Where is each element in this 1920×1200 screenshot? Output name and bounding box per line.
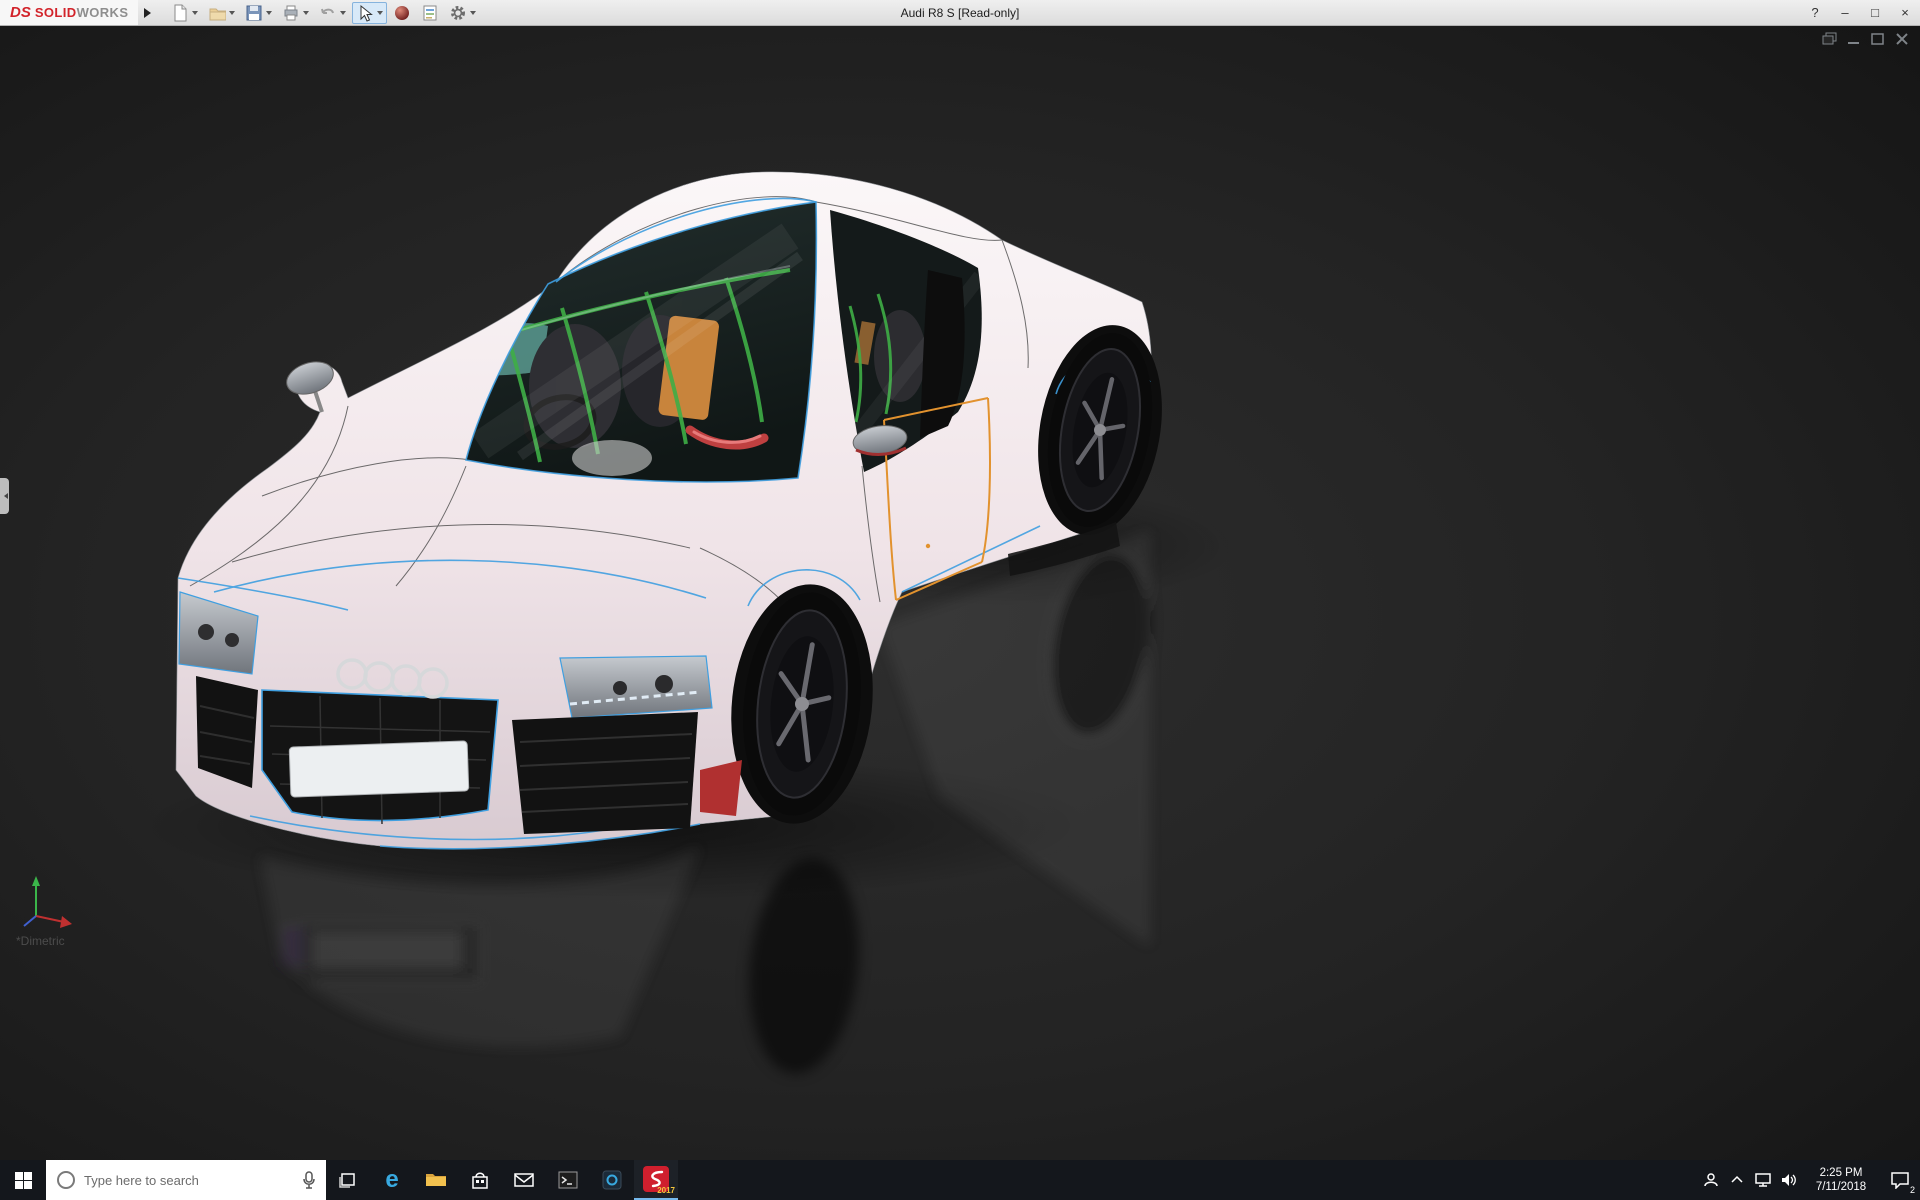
- undo-button[interactable]: [315, 2, 350, 24]
- menu-flyout-arrow-icon[interactable]: [144, 7, 156, 18]
- right-intake: [512, 712, 698, 834]
- dropdown-caret-icon[interactable]: [340, 11, 347, 18]
- appearances-button[interactable]: [389, 2, 415, 24]
- new-document-button[interactable]: [167, 2, 202, 24]
- maximize-button[interactable]: □: [1860, 1, 1890, 25]
- system-tray: 2:25 PM 7/11/2018 2: [1698, 1160, 1920, 1200]
- dropdown-caret-icon[interactable]: [266, 11, 273, 18]
- dropdown-caret-icon[interactable]: [192, 11, 199, 18]
- taskbar-search[interactable]: [46, 1160, 326, 1200]
- file-explorer-button[interactable]: [414, 1160, 458, 1200]
- command-prompt-icon: [558, 1171, 578, 1189]
- save-icon: [246, 5, 262, 20]
- close-button[interactable]: ×: [1890, 1, 1920, 25]
- folder-icon: [426, 1174, 446, 1186]
- dropdown-caret-icon[interactable]: [377, 11, 384, 18]
- command-prompt-button[interactable]: [546, 1160, 590, 1200]
- clock-date: 7/11/2018: [1815, 1181, 1867, 1193]
- 3d-model-audi-r8[interactable]: [0, 26, 1920, 1160]
- select-button[interactable]: [352, 1, 388, 24]
- file-properties-button[interactable]: [417, 2, 443, 24]
- solidworks-taskbar-button[interactable]: 2017: [634, 1160, 678, 1200]
- child-close-button[interactable]: [1894, 32, 1910, 46]
- media-app-icon: [602, 1170, 622, 1190]
- child-minimize-button[interactable]: [1846, 32, 1862, 46]
- people-button[interactable]: [1698, 1160, 1724, 1200]
- quick-access-toolbar: [166, 0, 481, 25]
- chevron-up-icon: [1731, 1175, 1743, 1183]
- task-view-icon: [339, 1173, 355, 1188]
- feature-panel-collapse-tab[interactable]: [0, 478, 9, 514]
- window-controls: ? – □ ×: [1800, 1, 1920, 25]
- store-button[interactable]: [458, 1160, 502, 1200]
- network-button[interactable]: [1750, 1160, 1776, 1200]
- store-bag-icon: [472, 1172, 488, 1189]
- appearance-sphere-icon: [395, 5, 410, 20]
- taskbar-clock[interactable]: 2:25 PM 7/11/2018: [1802, 1160, 1880, 1200]
- people-icon: [1704, 1173, 1718, 1187]
- child-window-controls: [1822, 32, 1910, 46]
- brand-text: SOLIDWORKS: [34, 5, 129, 20]
- right-headlight[interactable]: [559, 655, 713, 719]
- select-cursor-icon: [360, 4, 374, 22]
- action-center-icon: [1891, 1172, 1909, 1189]
- license-plate: [288, 740, 470, 798]
- volume-icon: [1782, 1174, 1796, 1186]
- child-restore-icon[interactable]: [1822, 32, 1838, 46]
- undo-icon: [321, 8, 335, 14]
- minimize-button[interactable]: –: [1830, 1, 1860, 25]
- solidworks-logo[interactable]: DS SOLIDWORKS: [0, 0, 139, 25]
- network-icon: [1755, 1173, 1771, 1187]
- media-app-button[interactable]: [590, 1160, 634, 1200]
- gear-icon: [451, 5, 466, 20]
- windows-logo-icon: [14, 1171, 32, 1189]
- volume-button[interactable]: [1776, 1160, 1802, 1200]
- solidworks-version-badge: 2017: [657, 1186, 675, 1195]
- action-center-button[interactable]: 2: [1880, 1160, 1920, 1200]
- help-button[interactable]: ?: [1800, 1, 1830, 25]
- start-button[interactable]: [0, 1160, 46, 1200]
- child-maximize-button[interactable]: [1870, 32, 1886, 46]
- title-bar: DS SOLIDWORKS Audi R8 S [Read-only] ? – …: [0, 0, 1920, 26]
- graphics-viewport[interactable]: *Dimetric: [0, 26, 1920, 1160]
- file-properties-icon: [423, 5, 437, 20]
- task-view-button[interactable]: [326, 1160, 370, 1200]
- options-button[interactable]: [445, 2, 480, 24]
- new-document-icon: [174, 4, 187, 21]
- dropdown-caret-icon[interactable]: [470, 11, 477, 18]
- door-vertex-marker: [925, 543, 931, 549]
- ds-logo-icon: DS: [10, 4, 31, 21]
- taskbar: e 2017 2:25 PM 7/11/2018: [0, 1160, 1920, 1200]
- coordinate-triad: [23, 876, 72, 928]
- save-button[interactable]: [241, 2, 276, 24]
- mail-button[interactable]: [502, 1160, 546, 1200]
- dropdown-caret-icon[interactable]: [229, 11, 236, 18]
- open-button[interactable]: [204, 2, 239, 24]
- microphone-icon[interactable]: [302, 1171, 316, 1189]
- cortana-circle-icon: [57, 1171, 75, 1189]
- edge-icon: e: [385, 1166, 399, 1193]
- search-input[interactable]: [84, 1172, 294, 1188]
- open-folder-icon: [209, 8, 227, 20]
- print-icon: [284, 5, 298, 20]
- hidden-icons-button[interactable]: [1724, 1160, 1750, 1200]
- print-button[interactable]: [278, 2, 313, 24]
- edge-browser-button[interactable]: e: [370, 1160, 414, 1200]
- clock-time: 2:25 PM: [1819, 1166, 1863, 1179]
- dropdown-caret-icon[interactable]: [303, 11, 310, 18]
- view-orientation-label: *Dimetric: [16, 934, 65, 948]
- mail-icon: [514, 1173, 534, 1187]
- notification-badge: 2: [1909, 1185, 1915, 1195]
